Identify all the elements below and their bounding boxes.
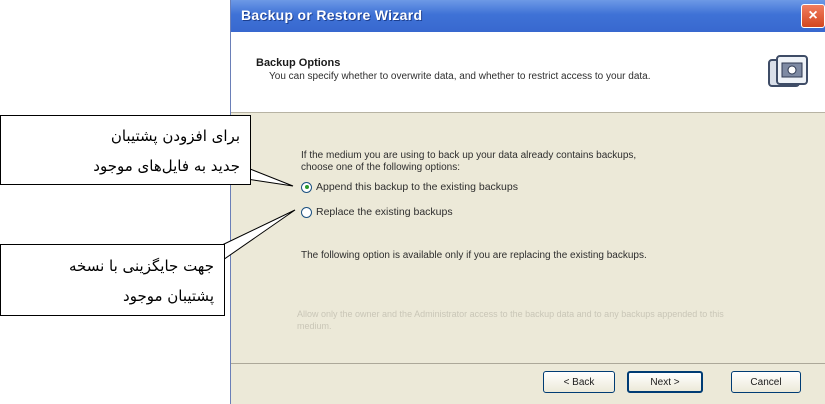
callout-append-line2: جدید به فایل‌های موجود <box>93 157 240 175</box>
callout-append-line1: برای افزودن پشتیبان <box>110 127 240 145</box>
callout-pointer-bottom <box>219 209 296 263</box>
callout-pointers <box>219 164 296 263</box>
callout-append: برای افزودن پشتیبان جدید به فایل‌های موج… <box>0 115 251 185</box>
callout-replace-line2: پشتیبان موجود <box>123 287 214 305</box>
callout-replace: جهت جایگزینی با نسخه پشتیبان موجود <box>0 244 225 316</box>
callout-replace-line1: جهت جایگزینی با نسخه <box>68 257 214 275</box>
